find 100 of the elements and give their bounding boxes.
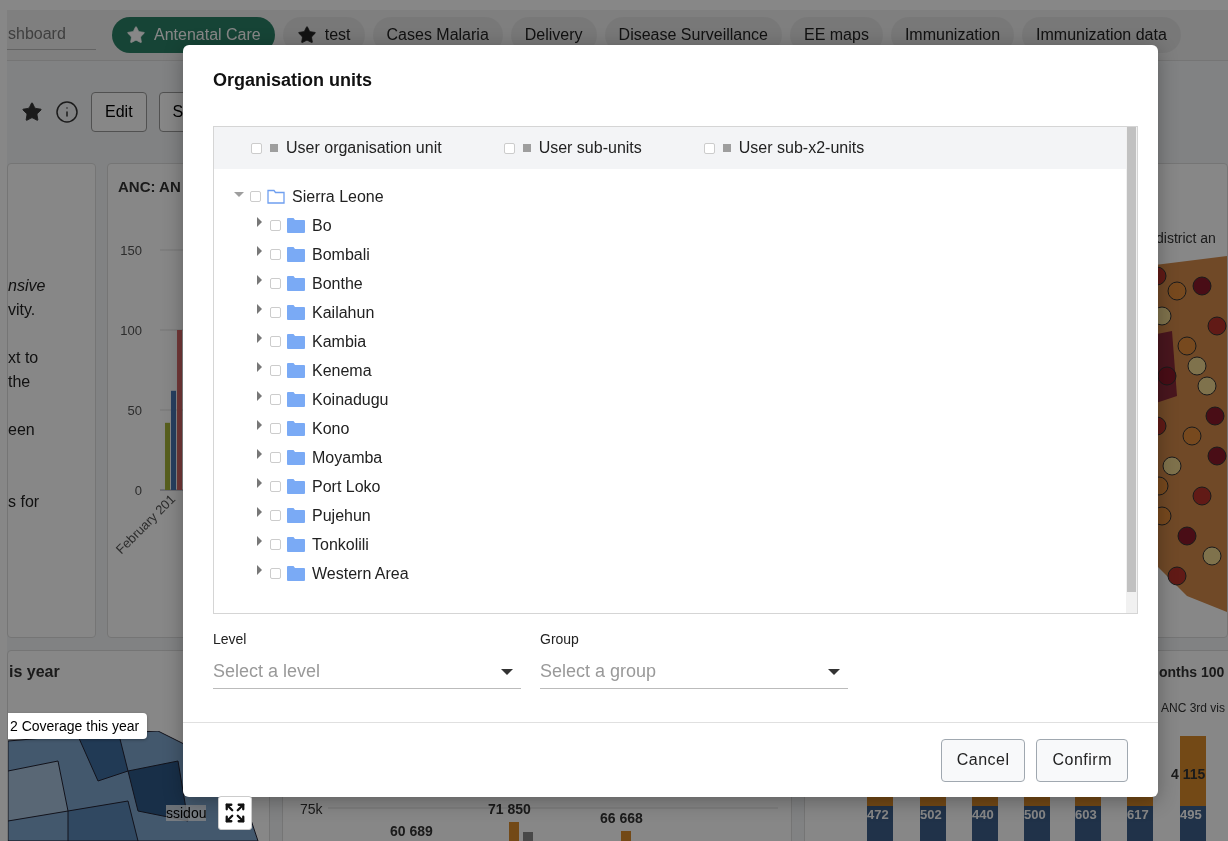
chart-title: ANC: AN: [118, 178, 181, 195]
field-label: Group: [540, 631, 580, 647]
tree-item-label[interactable]: Port Loko: [312, 477, 381, 496]
folder-icon: [287, 392, 305, 407]
chart-bar: [523, 832, 533, 841]
tree-item-label[interactable]: Bombali: [312, 245, 370, 264]
toolbar-button[interactable]: Edit: [91, 92, 147, 132]
folder-icon: [287, 479, 305, 494]
text-line: s for: [8, 492, 41, 512]
checkbox[interactable]: [270, 394, 281, 405]
checkbox[interactable]: [270, 452, 281, 463]
axis-tick-label: 0: [134, 483, 142, 498]
axis-tick-label: 75k: [300, 801, 323, 817]
checkbox[interactable]: [270, 510, 281, 521]
checkbox[interactable]: [270, 278, 281, 289]
expand-arrow-icon[interactable]: [254, 448, 264, 459]
dropdown-caret-icon: [828, 668, 840, 675]
place-label: ssidou: [166, 805, 207, 821]
folder-icon: [287, 334, 305, 349]
star-icon: [126, 25, 146, 45]
field-label: Level: [213, 631, 248, 647]
tree-item-label[interactable]: Tonkolili: [312, 535, 369, 554]
expand-arrow-icon[interactable]: [254, 535, 264, 546]
star-icon[interactable]: [21, 101, 43, 123]
tree-item-label[interactable]: Koinadugu: [312, 390, 389, 409]
data-label: 603: [1075, 807, 1097, 822]
data-label: 440: [972, 807, 994, 822]
checkbox[interactable]: [270, 481, 281, 492]
checkbox[interactable]: [503, 142, 515, 154]
dialog-button[interactable]: Confirm: [1036, 738, 1128, 782]
tree-item-label[interactable]: Kenema: [312, 361, 372, 380]
option-label[interactable]: User sub-units: [538, 139, 642, 157]
data-label: 4 115: [1171, 766, 1206, 782]
checkbox[interactable]: [250, 191, 261, 202]
expand-arrow-icon[interactable]: [254, 274, 264, 285]
checkbox[interactable]: [270, 423, 281, 434]
data-label: 71 850: [488, 801, 531, 817]
tree-item-label[interactable]: Kailahun: [312, 303, 375, 322]
expand-arrow-icon[interactable]: [254, 332, 264, 343]
chart-bar: [509, 822, 519, 841]
checkbox[interactable]: [251, 142, 262, 154]
axis-tick-label: 50: [127, 403, 142, 418]
tree-item-label[interactable]: Moyamba: [312, 448, 383, 467]
tree-item-label[interactable]: Kono: [312, 419, 350, 438]
checkbox[interactable]: [270, 539, 281, 550]
chart-subtitle: ANC 3rd vis: [1161, 701, 1225, 715]
axis-tick-label: 100: [120, 323, 142, 338]
tree-item-label[interactable]: Pujehun: [312, 506, 371, 525]
fullscreen-button[interactable]: [218, 796, 252, 830]
square-icon: [522, 144, 531, 152]
data-label: 617: [1127, 807, 1149, 822]
expand-icon: [224, 802, 246, 824]
checkbox[interactable]: [703, 142, 715, 154]
checkbox[interactable]: [270, 307, 281, 318]
square-icon: [270, 144, 278, 152]
expand-arrow-icon[interactable]: [254, 216, 264, 227]
checkbox[interactable]: [270, 365, 281, 376]
chart-title: onths 100: [1159, 664, 1225, 680]
data-label: 66 668: [600, 810, 643, 826]
checkbox[interactable]: [270, 568, 281, 579]
info-icon[interactable]: [55, 100, 79, 124]
option-label[interactable]: User sub-x2-units: [738, 139, 865, 157]
text-line: the: [8, 372, 32, 392]
folder-icon: [287, 218, 305, 233]
checkbox[interactable]: [270, 220, 281, 231]
tree-item-label[interactable]: Bonthe: [312, 274, 363, 293]
option-label[interactable]: User organisation unit: [286, 139, 442, 157]
folder-icon: [287, 537, 305, 552]
search-field[interactable]: shboard: [7, 20, 96, 50]
tree-item-label[interactable]: Kambia: [312, 332, 367, 351]
dialog-button[interactable]: Cancel: [940, 738, 1026, 782]
expand-arrow-icon[interactable]: [254, 564, 264, 575]
dropdown-caret-icon: [501, 668, 513, 675]
expand-arrow-icon[interactable]: [254, 390, 264, 401]
text-line: xt to: [8, 348, 40, 368]
folder-icon: [287, 247, 305, 262]
folder-icon: [287, 566, 305, 581]
data-label: 60 689: [390, 823, 433, 839]
tree-item-label[interactable]: Bo: [312, 216, 332, 235]
data-label: 500: [1024, 807, 1046, 822]
tree-item-label[interactable]: Sierra Leone: [292, 187, 384, 206]
collapse-arrow-icon[interactable]: [234, 189, 244, 200]
checkbox[interactable]: [270, 249, 281, 260]
text-line: een: [8, 420, 36, 440]
square-icon: [722, 144, 731, 152]
data-label: 502: [920, 807, 942, 822]
checkbox[interactable]: [270, 336, 281, 347]
expand-arrow-icon[interactable]: [254, 303, 264, 314]
expand-arrow-icon[interactable]: [254, 419, 264, 430]
text-line: nsive: [8, 276, 47, 296]
folder-icon: [287, 508, 305, 523]
expand-arrow-icon[interactable]: [254, 245, 264, 256]
scrollbar[interactable]: [1126, 127, 1137, 613]
tree-item-label[interactable]: Western Area: [312, 564, 409, 583]
folder-icon: [287, 450, 305, 465]
expand-arrow-icon[interactable]: [254, 477, 264, 488]
expand-arrow-icon[interactable]: [254, 506, 264, 517]
expand-arrow-icon[interactable]: [254, 361, 264, 372]
folder-icon: [287, 421, 305, 436]
folder-icon: [287, 305, 305, 320]
